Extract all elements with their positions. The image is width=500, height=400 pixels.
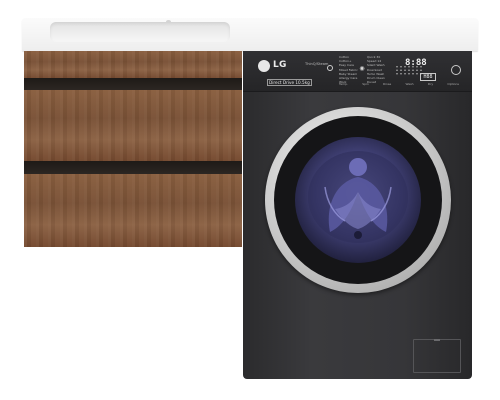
drawer-cabinet [24,51,242,247]
vanity-scene: LG ThinQ/Steam Direct Drive 10.5kg Cotto… [0,0,500,400]
washing-machine: LG ThinQ/Steam Direct Drive 10.5kg Cotto… [243,51,472,379]
brand-subtitle: ThinQ/Steam [305,62,329,66]
option-indicators [395,65,423,75]
drawer-top[interactable] [24,51,242,78]
sink-basin [50,22,230,42]
panel-label: Wash [405,82,414,86]
panel-label: Dry [427,82,434,86]
tap-hole [166,20,171,23]
start-pause-button[interactable] [451,65,461,75]
spec-label: Direct Drive 10.5kg [267,79,312,86]
panel-label: Rinse [383,82,392,86]
panel-label: Options [447,82,459,86]
drum-icon [308,151,408,243]
hatch-notch [434,339,440,341]
drawer-middle[interactable] [24,90,242,161]
door[interactable] [265,107,451,293]
door-seal [274,116,442,284]
control-panel: LG ThinQ/Steam Direct Drive 10.5kg Cotto… [243,51,472,92]
program-dial-icon[interactable]: ◉ [359,64,365,74]
drawer-handle-gap-1 [24,78,242,90]
drawer-handle-gap-2 [24,161,242,174]
drawer-bottom[interactable] [24,174,242,247]
power-button[interactable] [327,65,333,71]
brand-name: LG [273,60,287,70]
door-glass [295,137,421,263]
panel-label: Temp. [339,82,348,86]
countertop [22,18,478,51]
panel-label-row: Temp. Spin Rinse Wash Dry Options [339,82,459,86]
display-box: H88 [420,73,436,81]
brand-logo-icon [258,60,270,72]
panel-label: Spin [362,82,369,86]
filter-hatch[interactable] [413,339,461,373]
